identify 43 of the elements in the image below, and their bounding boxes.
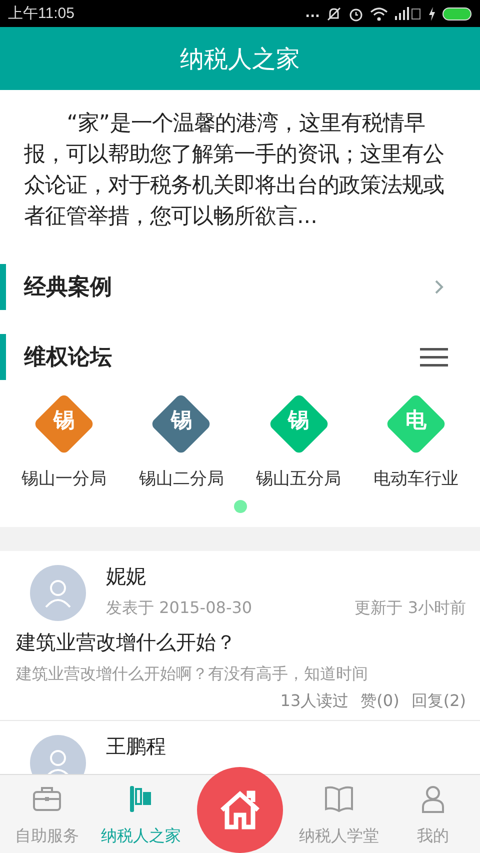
like-count[interactable]: 赞(0) — [360, 691, 400, 712]
tab-item[interactable]: 我的 — [386, 775, 480, 853]
badge-glyph: 锡 — [170, 407, 192, 434]
author-name: 王鹏程 — [106, 733, 167, 760]
read-count: 13人读过 — [280, 691, 349, 712]
tab-item[interactable]: 纳税人之家 — [94, 775, 188, 853]
section-heading: 维权论坛 — [24, 344, 113, 372]
forum-name: 电动车行业 — [373, 468, 458, 490]
reply-count[interactable]: 回复(2) — [411, 691, 466, 712]
forum-name: 锡山一分局 — [22, 468, 106, 490]
forum-item[interactable]: 锡 锡山一分局 — [6, 394, 122, 490]
charging-icon — [428, 6, 436, 20]
post-date: 发表于 2015-08-30 — [106, 598, 252, 619]
badge-glyph: 锡 — [288, 407, 310, 434]
wifi-icon — [370, 6, 388, 22]
battery-icon — [442, 6, 472, 20]
forum-item[interactable]: 锡 锡山二分局 — [123, 394, 240, 490]
accent-bar — [0, 334, 6, 380]
house-icon — [218, 790, 262, 830]
chevron-right-icon — [434, 279, 444, 295]
page-title: 纳税人之家 — [180, 44, 300, 74]
more-dots: ... — [305, 6, 320, 21]
tab-item[interactable]: 纳税人学堂 — [292, 775, 386, 853]
signal-icon — [394, 6, 422, 22]
tab-item[interactable]: 自助服务 — [0, 775, 94, 853]
badge-glyph: 锡 — [54, 407, 74, 434]
post-excerpt: 建筑业营改增什么开始啊？有没有高手，知道时间 — [16, 664, 369, 685]
intro-paragraph: “家”是一个温馨的港湾，这里有税情早报，可以帮助您了解第一手的资讯；这里有公众论证，对于税务机关即将出台的政策法规或者征管举措，您可以畅所欲言... — [23, 110, 445, 231]
forum-name: 锡山五分局 — [256, 468, 342, 490]
accent-bar — [0, 264, 6, 310]
forum-item[interactable]: 锡 锡山五分局 — [240, 394, 357, 490]
badge-glyph: 电 — [405, 407, 426, 434]
menu-icon — [420, 347, 448, 367]
post-title[interactable]: 建筑业营改增什么开始？ — [16, 629, 466, 656]
forum-name: 锡山二分局 — [138, 468, 224, 490]
forum-item[interactable]: 电 电动车行业 — [358, 394, 474, 490]
clock-time: 上午11:05 — [8, 4, 74, 23]
author-name: 妮妮 — [106, 563, 147, 590]
update-time: 更新于 3小时前 — [354, 598, 466, 619]
section-heading: 经典案例 — [24, 274, 113, 302]
mute-icon — [326, 6, 342, 22]
page-dot[interactable] — [234, 500, 246, 513]
avatar-icon — [30, 565, 86, 621]
